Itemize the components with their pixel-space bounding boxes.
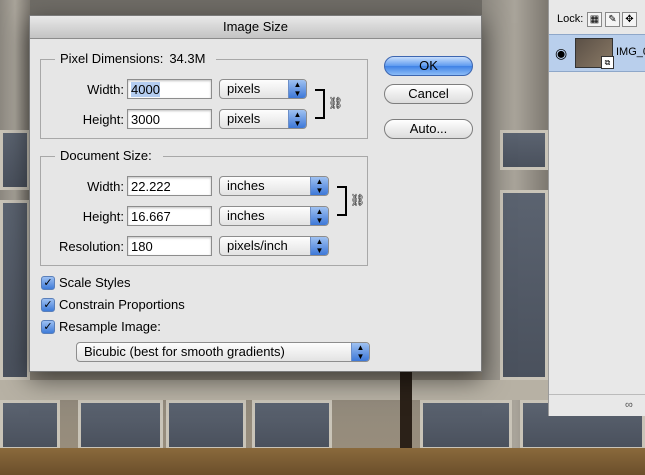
auto-button[interactable]: Auto... bbox=[384, 119, 473, 139]
constrain-proportions-checkbox[interactable]: ✓ bbox=[41, 298, 55, 312]
doc-width-unit: inches bbox=[227, 178, 265, 193]
stepper-arrows-icon: ▲ ▼ bbox=[310, 237, 328, 255]
image-size-dialog: Image Size Pixel Dimensions: 34.3M Width:… bbox=[29, 15, 482, 372]
doc-height-unit-select[interactable]: inches ▲ ▼ bbox=[219, 206, 329, 226]
doc-width-value: 22.222 bbox=[131, 179, 171, 194]
lock-bar: Lock: ▦ ✎ ✥ bbox=[549, 8, 645, 30]
stepper-arrows-icon: ▲ ▼ bbox=[288, 80, 306, 98]
doc-constrain-bracket bbox=[337, 186, 347, 216]
building-window bbox=[78, 400, 163, 450]
stepper-arrows-icon: ▲ ▼ bbox=[288, 110, 306, 128]
building-window bbox=[166, 400, 246, 450]
document-size-group: Document Size: Width: 22.222 inches ▲ ▼ H… bbox=[40, 148, 368, 266]
building-window bbox=[0, 400, 60, 450]
dialog-titlebar[interactable]: Image Size bbox=[30, 16, 481, 39]
layer-name: IMG_0 bbox=[616, 46, 645, 58]
stepper-arrows-icon: ▲ ▼ bbox=[351, 343, 369, 361]
pixel-width-unit: pixels bbox=[227, 81, 261, 96]
resolution-unit: pixels/inch bbox=[227, 238, 288, 253]
doc-width-label: Width: bbox=[87, 179, 124, 194]
scale-styles-checkbox[interactable]: ✓ bbox=[41, 276, 55, 290]
ok-button[interactable]: OK bbox=[384, 56, 473, 76]
resample-image-checkbox[interactable]: ✓ bbox=[41, 320, 55, 334]
document-size-title: Document Size: bbox=[55, 148, 163, 163]
pixel-dimensions-title: Pixel Dimensions: 34.3M bbox=[55, 51, 217, 66]
document-size-label: Document Size: bbox=[60, 148, 152, 163]
resolution-input[interactable]: 180 bbox=[127, 236, 212, 256]
doc-width-input[interactable]: 22.222 bbox=[127, 176, 212, 196]
pixel-dimensions-size: 34.3M bbox=[169, 51, 206, 66]
chain-link-icon: ⛓ bbox=[350, 193, 366, 207]
cancel-button[interactable]: Cancel bbox=[384, 84, 473, 104]
stepper-arrows-icon: ▲ ▼ bbox=[310, 207, 328, 225]
visibility-eye-icon[interactable]: ◉ bbox=[555, 45, 567, 62]
pixel-height-label: Height: bbox=[82, 112, 124, 127]
pixel-dimensions-label: Pixel Dimensions: bbox=[60, 51, 164, 66]
layer-row[interactable]: ◉ ⧉ IMG_0 bbox=[549, 34, 645, 72]
lock-move-icon[interactable]: ✥ bbox=[622, 12, 637, 27]
building-window bbox=[0, 200, 30, 380]
chain-link-icon: ⛓ bbox=[328, 96, 344, 110]
pixel-height-unit-select[interactable]: pixels ▲ ▼ bbox=[219, 109, 307, 129]
resolution-value: 180 bbox=[131, 239, 153, 254]
constrain-proportions-label: Constrain Proportions bbox=[59, 297, 185, 312]
lock-transparency-icon[interactable]: ▦ bbox=[587, 12, 602, 27]
pixel-height-value: 3000 bbox=[131, 112, 160, 127]
lock-label: Lock: bbox=[557, 13, 584, 25]
doc-height-input[interactable]: 16.667 bbox=[127, 206, 212, 226]
ground bbox=[0, 448, 645, 475]
layers-panel: Lock: ▦ ✎ ✥ ◉ ⧉ IMG_0 ∞ bbox=[548, 0, 645, 416]
resample-method-select[interactable]: Bicubic (best for smooth gradients) ▲ ▼ bbox=[76, 342, 370, 362]
doc-height-label: Height: bbox=[82, 209, 124, 224]
building-window bbox=[0, 130, 30, 190]
pixel-width-input[interactable]: 4000 bbox=[127, 79, 212, 99]
lock-brush-icon[interactable]: ✎ bbox=[605, 12, 620, 27]
layer-thumbnail: ⧉ bbox=[575, 38, 614, 69]
doc-height-unit: inches bbox=[227, 208, 265, 223]
doc-height-value: 16.667 bbox=[131, 209, 171, 224]
constrain-bracket bbox=[315, 89, 325, 119]
resolution-unit-select[interactable]: pixels/inch ▲ ▼ bbox=[219, 236, 329, 256]
scale-styles-label: Scale Styles bbox=[59, 275, 131, 290]
pixel-dimensions-group: Pixel Dimensions: 34.3M Width: 4000 pixel… bbox=[40, 51, 368, 139]
panel-footer: ∞ bbox=[549, 394, 645, 417]
dialog-title: Image Size bbox=[222, 19, 289, 34]
building-window bbox=[252, 400, 332, 450]
resample-method-value: Bicubic (best for smooth gradients) bbox=[84, 344, 285, 359]
resolution-label: Resolution: bbox=[58, 239, 124, 254]
doc-width-unit-select[interactable]: inches ▲ ▼ bbox=[219, 176, 329, 196]
pixel-height-input[interactable]: 3000 bbox=[127, 109, 212, 129]
building-window bbox=[500, 190, 548, 380]
building-window bbox=[500, 130, 548, 170]
pixel-width-value: 4000 bbox=[131, 82, 160, 97]
smart-object-icon: ⧉ bbox=[601, 56, 614, 69]
pixel-height-unit: pixels bbox=[227, 111, 261, 126]
pixel-width-unit-select[interactable]: pixels ▲ ▼ bbox=[219, 79, 307, 99]
pixel-width-label: Width: bbox=[87, 82, 124, 97]
link-layers-icon[interactable]: ∞ bbox=[625, 399, 633, 411]
resample-image-label: Resample Image: bbox=[59, 319, 161, 334]
building-window bbox=[420, 400, 512, 450]
stepper-arrows-icon: ▲ ▼ bbox=[310, 177, 328, 195]
